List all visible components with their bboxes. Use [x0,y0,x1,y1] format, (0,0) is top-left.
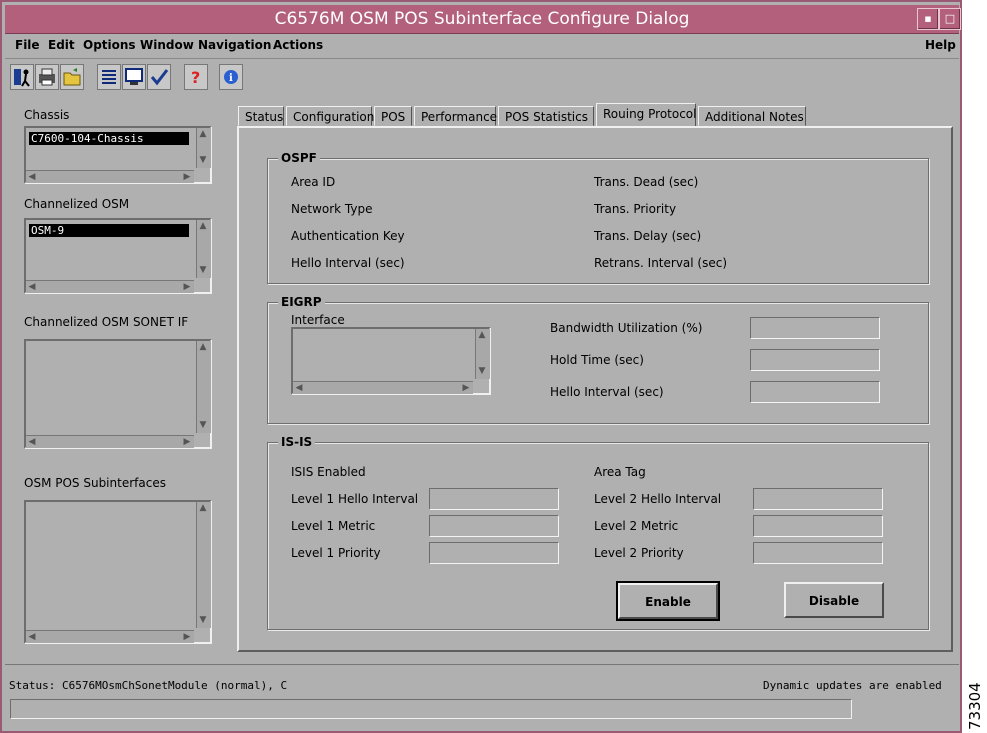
eigrp-interface-label: Interface [291,313,345,327]
chassis-selected-item[interactable]: C7600-104-Chassis [29,132,189,145]
progress-field [10,699,852,719]
tab-additional-notes[interactable]: Additional Notes [698,106,806,126]
subinterfaces-vscroll[interactable]: ▲ ▼ [196,502,211,628]
status-text: Status: C6576MOsmChSonetModule (normal),… [9,679,287,692]
dialog-window: C6576M OSM POS Subinterface Configure Di… [0,0,962,733]
figure-id-text: 73304 [966,682,984,730]
ospf-group: OSPF Area ID Network Type Authentication… [267,151,929,284]
check-icon[interactable] [147,64,171,90]
isis-l1-metric-field[interactable] [429,515,559,537]
isis-l2-hello-field[interactable] [753,488,883,510]
isis-l2-metric-field[interactable] [753,515,883,537]
isis-l1-priority-label: Level 1 Priority [291,546,381,560]
ospf-trans-priority-label: Trans. Priority [594,202,677,216]
ospf-hello-interval-label: Hello Interval (sec) [291,256,405,270]
eigrp-hello-interval-label: Hello Interval (sec) [550,385,664,399]
osm-vscroll[interactable]: ▲ ▼ [196,220,211,278]
enable-button[interactable]: Enable [616,581,720,621]
isis-l2-hello-label: Level 2 Hello Interval [594,492,722,506]
eigrp-interface-hscroll[interactable]: ◀ ▶ [293,381,473,394]
isis-l1-hello-label: Level 1 Hello Interval [291,492,419,506]
menu-actions[interactable]: Actions [273,38,323,52]
info-icon[interactable]: i [219,64,243,90]
help-icon[interactable]: ? [184,64,208,90]
status-bar: Status: C6576MOsmChSonetModule (normal),… [5,664,959,719]
ospf-retrans-interval-label: Retrans. Interval (sec) [594,256,728,270]
menu-file[interactable]: File [15,38,40,52]
eigrp-bandwidth-field[interactable] [750,317,880,339]
eigrp-hello-interval-field[interactable] [750,381,880,403]
isis-title: IS-IS [278,435,316,449]
eigrp-interface-list[interactable]: ▲ ▼ ◀ ▶ [291,327,491,395]
menu-options[interactable]: Options [83,38,136,52]
menu-bar: File Edit Options Window Navigation Acti… [5,34,959,59]
exit-icon[interactable] [10,64,34,90]
ospf-network-type-label: Network Type [291,202,373,216]
osm-label: Channelized OSM [24,197,130,211]
tab-pos[interactable]: POS [374,106,412,126]
isis-l2-metric-label: Level 2 Metric [594,519,679,533]
monitor-icon[interactable] [122,64,146,90]
sonet-if-label: Channelized OSM SONET IF [24,315,189,329]
ospf-auth-key-label: Authentication Key [291,229,405,243]
ospf-area-id-label: Area ID [291,175,336,189]
subinterfaces-hscroll[interactable]: ◀ ▶ [26,630,194,643]
isis-l1-hello-field[interactable] [429,488,559,510]
tab-routing-protocol[interactable]: Rouing Protocol [596,103,696,127]
title-bar[interactable]: C6576M OSM POS Subinterface Configure Di… [5,5,961,34]
menu-help[interactable]: Help [925,38,956,52]
subinterfaces-list[interactable]: ▲ ▼ ◀ ▶ [24,500,212,644]
routing-protocol-panel: OSPF Area ID Network Type Authentication… [237,126,953,652]
dynamic-updates-text: Dynamic updates are enabled [763,679,942,692]
isis-group: IS-IS ISIS Enabled Area Tag Level 1 Hell… [267,435,929,630]
ospf-trans-dead-label: Trans. Dead (sec) [594,175,699,189]
chassis-hscroll[interactable]: ◀ ▶ [26,170,194,183]
printer-icon[interactable] [35,64,59,90]
ospf-title: OSPF [278,151,320,165]
tab-performance[interactable]: Performance [414,106,497,126]
eigrp-title: EIGRP [278,295,325,309]
subinterfaces-label: OSM POS Subinterfaces [24,476,166,490]
tab-pos-statistics[interactable]: POS Statistics [498,106,594,126]
osm-hscroll[interactable]: ◀ ▶ [26,280,194,293]
disable-button[interactable]: Disable [784,582,884,618]
isis-l1-metric-label: Level 1 Metric [291,519,376,533]
folder-icon[interactable] [60,64,84,90]
menu-navigation[interactable]: Navigation [198,38,271,52]
isis-area-tag-label: Area Tag [594,465,646,479]
sonet-if-hscroll[interactable]: ◀ ▶ [26,435,194,448]
eigrp-interface-vscroll[interactable]: ▲ ▼ [475,329,490,379]
chassis-label: Chassis [24,108,70,122]
eigrp-group: EIGRP Interface ▲ ▼ ◀ ▶ Bandwidth Utilizat… [267,295,929,424]
chassis-list[interactable]: C7600-104-Chassis ▲ ▼ ◀ ▶ [24,126,212,184]
list-icon[interactable] [97,64,121,90]
svg-text:i: i [229,73,233,84]
menu-edit[interactable]: Edit [48,38,75,52]
svg-text:?: ? [191,68,200,87]
isis-l2-priority-label: Level 2 Priority [594,546,684,560]
figure-id: 73304 [966,682,984,730]
isis-l1-priority-field[interactable] [429,542,559,564]
eigrp-hold-time-field[interactable] [750,349,880,371]
ospf-trans-delay-label: Trans. Delay (sec) [594,229,702,243]
maximize-icon[interactable]: □ [939,8,961,30]
eigrp-hold-time-label: Hold Time (sec) [550,353,644,367]
chassis-vscroll[interactable]: ▲ ▼ [196,128,211,168]
osm-selected-item[interactable]: OSM-9 [29,224,189,237]
tab-configuration[interactable]: Configuration [286,106,374,126]
isis-l2-priority-field[interactable] [753,542,883,564]
isis-enabled-label: ISIS Enabled [291,465,366,479]
sonet-if-vscroll[interactable]: ▲ ▼ [196,341,211,433]
eigrp-bandwidth-label: Bandwidth Utilization (%) [550,321,703,335]
sonet-if-list[interactable]: ▲ ▼ ◀ ▶ [24,339,212,449]
menu-window[interactable]: Window [140,38,194,52]
osm-list[interactable]: OSM-9 ▲ ▼ ◀ ▶ [24,218,212,294]
window-title: C6576M OSM POS Subinterface Configure Di… [274,9,690,29]
menu-icon[interactable]: ▪ [917,8,939,30]
tab-status[interactable]: Status [238,106,284,126]
